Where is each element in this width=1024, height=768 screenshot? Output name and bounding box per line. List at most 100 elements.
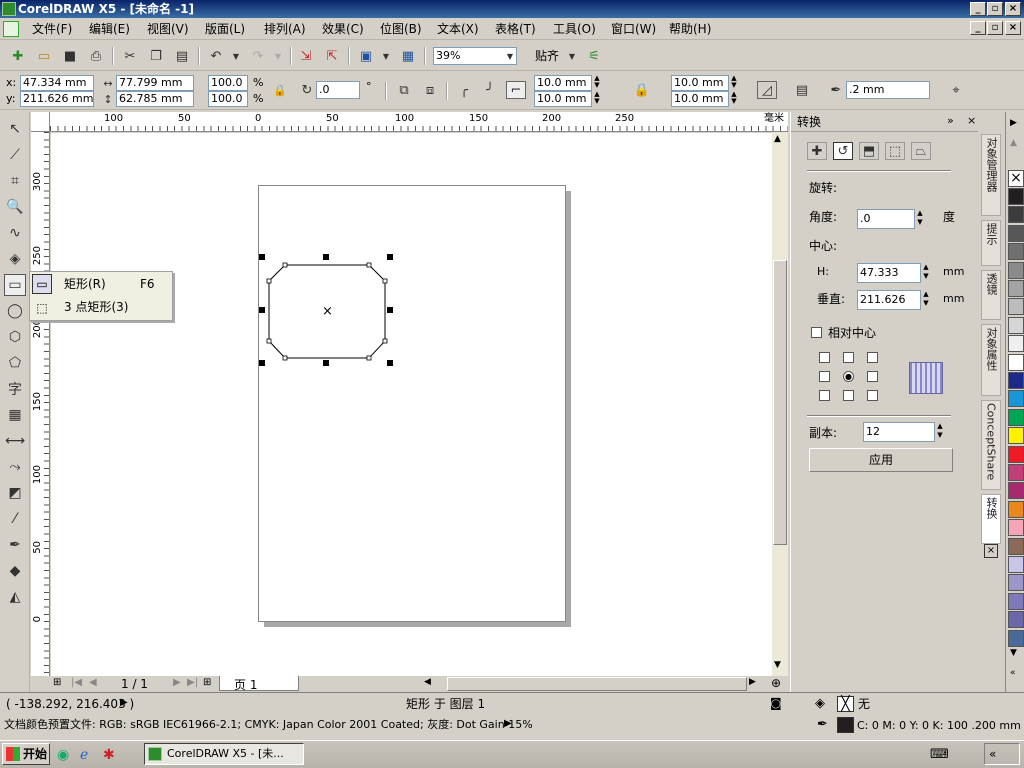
outline-width-select[interactable]: .2 mm bbox=[846, 81, 930, 99]
selected-rectangle[interactable]: × bbox=[51, 133, 772, 676]
blend-tool-icon[interactable]: ◩ bbox=[4, 482, 26, 504]
menu-help[interactable]: 帮助(H) bbox=[669, 21, 711, 37]
relative-corner-scaling-icon[interactable]: ◿ bbox=[757, 81, 777, 99]
no-color-swatch[interactable]: × bbox=[1008, 170, 1024, 187]
color-swatch[interactable] bbox=[1008, 464, 1024, 481]
scroll-left-icon[interactable]: ◀ bbox=[424, 677, 431, 687]
anchor-middle-right[interactable] bbox=[867, 371, 878, 382]
scale-mirror-tab-icon[interactable]: ⬒ bbox=[859, 142, 879, 160]
scalloped-corner-icon[interactable]: ╯ bbox=[480, 81, 500, 99]
launcher-dropdown-icon[interactable]: ▼ bbox=[376, 47, 396, 65]
wrap-text-icon[interactable]: ▤ bbox=[792, 81, 812, 99]
corner-radius-bottom-left[interactable]: 10.0 mm bbox=[534, 91, 592, 107]
chamfered-corner-icon[interactable]: ⌐ bbox=[506, 81, 526, 99]
status-expand-icon[interactable]: ▶ bbox=[120, 697, 128, 708]
color-swatch[interactable] bbox=[1008, 261, 1024, 279]
application-launcher-icon[interactable]: ▣ bbox=[356, 47, 376, 65]
relative-center-checkbox[interactable] bbox=[811, 327, 822, 338]
interactive-fill-tool-icon[interactable]: ◭ bbox=[4, 586, 26, 608]
apply-button[interactable]: 应用 bbox=[809, 448, 953, 472]
copy-icon[interactable]: ❐ bbox=[146, 47, 166, 65]
maximize-button[interactable]: ▫ bbox=[987, 2, 1003, 16]
page-tab[interactable]: 页 1 bbox=[219, 676, 299, 692]
color-swatch[interactable] bbox=[1008, 574, 1024, 592]
corner-radius-top-left[interactable]: 10.0 mm bbox=[534, 75, 592, 91]
save-icon[interactable]: ■ bbox=[60, 47, 80, 65]
color-swatch[interactable] bbox=[1008, 427, 1024, 445]
welcome-screen-icon[interactable]: ▦ bbox=[398, 47, 418, 65]
print-icon[interactable]: ⎙ bbox=[86, 47, 106, 65]
color-swatch[interactable] bbox=[1008, 298, 1024, 316]
flyout-item-rectangle[interactable]: 矩形(R) bbox=[64, 277, 106, 291]
redo-dropdown-icon[interactable]: ▼ bbox=[268, 47, 288, 65]
freehand-tool-icon[interactable]: ∿ bbox=[4, 222, 26, 244]
tab-object-properties[interactable]: 对象属性 bbox=[981, 324, 1001, 396]
position-tab-icon[interactable]: ✚ bbox=[807, 142, 827, 160]
palette-scroll-up-arrow-icon[interactable]: ▲ bbox=[1010, 138, 1017, 148]
undo-icon[interactable]: ↶ bbox=[206, 47, 226, 65]
color-swatch[interactable] bbox=[1008, 629, 1024, 647]
rotation-angle-field[interactable]: .0 bbox=[316, 81, 360, 99]
center-h-field[interactable]: 47.333 bbox=[857, 263, 921, 283]
color-swatch[interactable] bbox=[1008, 519, 1024, 537]
close-docker-icon[interactable]: × bbox=[984, 544, 998, 558]
anchor-bottom-left[interactable] bbox=[819, 390, 830, 401]
x-position-field[interactable]: 47.334 mm bbox=[20, 75, 94, 91]
corner-lock-icon[interactable]: 🔒 bbox=[632, 81, 652, 99]
center-v-field[interactable]: 211.626 bbox=[857, 290, 921, 310]
copies-field[interactable]: 12 bbox=[863, 422, 935, 442]
outline-color-swatch[interactable] bbox=[837, 717, 854, 733]
smart-fill-tool-icon[interactable]: ◈ bbox=[4, 248, 26, 270]
polygon-tool-icon[interactable]: ⬡ bbox=[4, 326, 26, 348]
color-swatch[interactable] bbox=[1008, 335, 1024, 353]
mirror-vertical-icon[interactable]: ⧈ bbox=[420, 81, 440, 99]
snap-status-icon[interactable]: ◙ bbox=[770, 696, 782, 710]
scroll-up-icon[interactable]: ▲ bbox=[774, 134, 781, 144]
menu-file[interactable]: 文件(F) bbox=[32, 21, 72, 37]
drawing-canvas[interactable]: × bbox=[51, 133, 772, 676]
anchor-top-right[interactable] bbox=[867, 352, 878, 363]
crop-tool-icon[interactable]: ⌗ bbox=[4, 170, 26, 192]
coreldraw-app-icon[interactable] bbox=[2, 2, 16, 16]
color-swatch[interactable] bbox=[1008, 500, 1024, 518]
height-field[interactable]: 62.785 mm bbox=[116, 91, 194, 107]
snap-dropdown-icon[interactable]: ▼ bbox=[562, 47, 582, 65]
tab-conceptshare[interactable]: ConceptShare bbox=[981, 400, 1001, 490]
color-swatch[interactable] bbox=[1008, 206, 1024, 224]
lock-ratio-icon[interactable]: 🔒 bbox=[270, 81, 290, 99]
app-quicklaunch-icon[interactable]: ✱ bbox=[103, 747, 115, 763]
palette-scroll-down-icon[interactable]: ▼ bbox=[1010, 648, 1017, 658]
anchor-top-center[interactable] bbox=[843, 352, 854, 363]
color-swatch[interactable] bbox=[1008, 316, 1024, 334]
menu-layout[interactable]: 版面(L) bbox=[205, 21, 245, 37]
open-icon[interactable]: ▭ bbox=[34, 47, 54, 65]
prev-page-icon[interactable]: ◀ bbox=[89, 677, 97, 688]
width-field[interactable]: 77.799 mm bbox=[116, 75, 194, 91]
menu-table[interactable]: 表格(T) bbox=[495, 21, 536, 37]
color-swatch[interactable] bbox=[1008, 556, 1024, 573]
docker-close-icon[interactable]: × bbox=[967, 114, 976, 127]
color-swatch[interactable] bbox=[1008, 592, 1024, 610]
three-point-rectangle-icon[interactable]: ⬚ bbox=[32, 298, 52, 318]
size-tab-icon[interactable]: ⬚ bbox=[885, 142, 905, 160]
start-button[interactable]: 开始 bbox=[2, 743, 50, 765]
taskbar-coreldraw-button[interactable]: CorelDRAW X5 - [未... bbox=[144, 743, 304, 765]
eyedropper-tool-icon[interactable]: ⁄ bbox=[4, 508, 26, 530]
rectangle-flyout-icon[interactable]: ▭ bbox=[32, 274, 52, 294]
doc-close-button[interactable]: × bbox=[1005, 21, 1021, 35]
color-swatch[interactable] bbox=[1008, 445, 1024, 463]
color-swatch[interactable] bbox=[1008, 408, 1024, 426]
corner-br-spinner[interactable]: ▲ ▼ bbox=[729, 91, 739, 107]
last-page-icon[interactable]: ▶| bbox=[187, 677, 198, 688]
palette-scroll-up-icon[interactable]: ▶ bbox=[1010, 118, 1017, 128]
center-h-spinner[interactable]: ▲ ▼ bbox=[921, 263, 931, 283]
palette-expand-icon[interactable]: « bbox=[1010, 668, 1016, 678]
color-swatch[interactable] bbox=[1008, 390, 1024, 408]
add-page-icon[interactable]: ⊞ bbox=[53, 677, 61, 688]
menu-text[interactable]: 文本(X) bbox=[437, 21, 479, 37]
basic-shapes-tool-icon[interactable]: ⬠ bbox=[4, 352, 26, 374]
tab-transform[interactable]: 转换 bbox=[981, 494, 1001, 544]
color-swatch[interactable] bbox=[1008, 280, 1024, 297]
add-page-after-icon[interactable]: ⊞ bbox=[203, 677, 211, 688]
scale-x-field[interactable]: 100.0 bbox=[208, 75, 248, 91]
